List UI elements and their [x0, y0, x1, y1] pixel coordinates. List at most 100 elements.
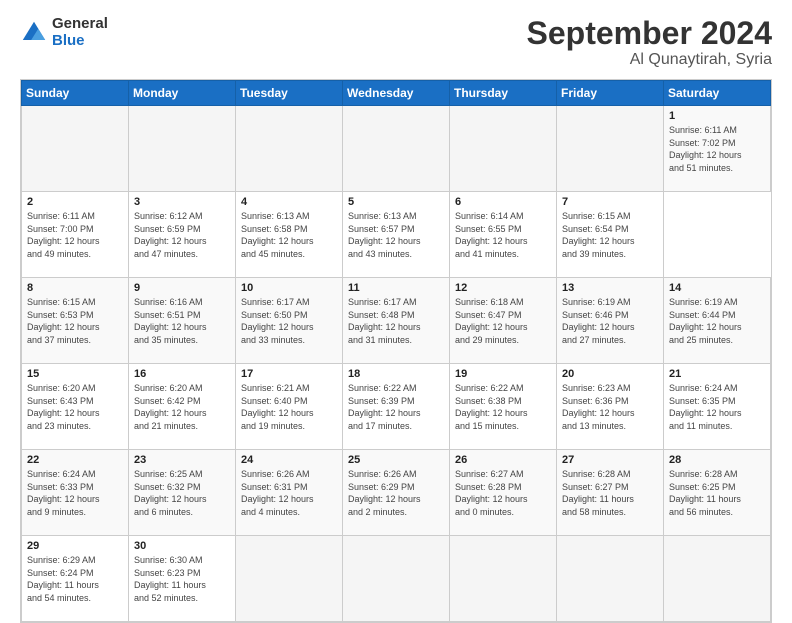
calendar: Sunday Monday Tuesday Wednesday Thursday…: [20, 79, 772, 623]
calendar-cell: 3Sunrise: 6:12 AMSunset: 6:59 PMDaylight…: [129, 192, 236, 278]
calendar-week-4: 15Sunrise: 6:20 AMSunset: 6:43 PMDayligh…: [22, 364, 771, 450]
day-info: Sunrise: 6:19 AMSunset: 6:44 PMDaylight:…: [669, 297, 742, 345]
calendar-table: Sunday Monday Tuesday Wednesday Thursday…: [21, 80, 771, 622]
calendar-cell: 27Sunrise: 6:28 AMSunset: 6:27 PMDayligh…: [557, 450, 664, 536]
title-month: September 2024: [527, 16, 772, 51]
calendar-cell: 25 Sunrise: 6:26 AMSunset: 6:29 PMDayligh…: [343, 450, 450, 536]
day-number: 27: [562, 454, 658, 466]
day-info: Sunrise: 6:13 AMSunset: 6:58 PMDaylight:…: [241, 211, 314, 259]
calendar-cell: [129, 106, 236, 192]
day-number: 26: [455, 454, 551, 466]
day-info: Sunrise: 6:17 AMSunset: 6:50 PMDaylight:…: [241, 297, 314, 345]
day-number: 1: [669, 110, 765, 122]
calendar-cell: 1Sunrise: 6:11 AMSunset: 7:02 PMDaylight…: [664, 106, 771, 192]
calendar-cell: 21 Sunrise: 6:24 AMSunset: 6:35 PMDayligh…: [664, 364, 771, 450]
calendar-cell: 2 Sunrise: 6:11 AMSunset: 7:00 PMDaylight…: [22, 192, 129, 278]
day-info: Sunrise: 6:26 AMSunset: 6:29 PMDaylight:…: [348, 469, 421, 517]
logo-general: General: [52, 16, 108, 33]
col-saturday: Saturday: [664, 81, 771, 106]
day-number: 10: [241, 282, 337, 294]
calendar-cell: [343, 106, 450, 192]
day-info: Sunrise: 6:17 AMSunset: 6:48 PMDaylight:…: [348, 297, 421, 345]
day-number: 6: [455, 196, 551, 208]
day-info: Sunrise: 6:25 AMSunset: 6:32 PMDaylight:…: [134, 469, 207, 517]
day-number: 13: [562, 282, 658, 294]
day-info: Sunrise: 6:12 AMSunset: 6:59 PMDaylight:…: [134, 211, 207, 259]
col-sunday: Sunday: [22, 81, 129, 106]
calendar-cell: 19Sunrise: 6:22 AMSunset: 6:38 PMDayligh…: [450, 364, 557, 450]
day-info: Sunrise: 6:20 AMSunset: 6:42 PMDaylight:…: [134, 383, 207, 431]
day-info: Sunrise: 6:15 AMSunset: 6:54 PMDaylight:…: [562, 211, 635, 259]
day-info: Sunrise: 6:27 AMSunset: 6:28 PMDaylight:…: [455, 469, 528, 517]
col-friday: Friday: [557, 81, 664, 106]
day-info: Sunrise: 6:28 AMSunset: 6:25 PMDaylight:…: [669, 469, 741, 517]
logo: General Blue: [20, 16, 108, 49]
calendar-cell: 14Sunrise: 6:19 AMSunset: 6:44 PMDayligh…: [664, 278, 771, 364]
day-number: 16: [134, 368, 230, 380]
day-number: 17: [241, 368, 337, 380]
day-number: 15: [27, 368, 123, 380]
calendar-cell: 9Sunrise: 6:16 AMSunset: 6:51 PMDaylight…: [129, 278, 236, 364]
calendar-cell: [557, 536, 664, 622]
calendar-cell: 12Sunrise: 6:18 AMSunset: 6:47 PMDayligh…: [450, 278, 557, 364]
header: General Blue September 2024 Al Qunaytira…: [20, 16, 772, 69]
page: General Blue September 2024 Al Qunaytira…: [0, 0, 792, 612]
calendar-cell: 18Sunrise: 6:22 AMSunset: 6:39 PMDayligh…: [343, 364, 450, 450]
calendar-cell: 15Sunrise: 6:20 AMSunset: 6:43 PMDayligh…: [22, 364, 129, 450]
calendar-cell: 16 Sunrise: 6:20 AMSunset: 6:42 PMDayligh…: [129, 364, 236, 450]
logo-icon: [20, 19, 48, 47]
day-info: Sunrise: 6:11 AMSunset: 7:00 PMDaylight:…: [27, 211, 100, 259]
day-number: 7: [562, 196, 658, 208]
calendar-cell: 13 Sunrise: 6:19 AMSunset: 6:46 PMDayligh…: [557, 278, 664, 364]
day-number: 2: [27, 196, 123, 208]
day-number: 29: [27, 540, 123, 552]
calendar-cell: 26 Sunrise: 6:27 AMSunset: 6:28 PMDayligh…: [450, 450, 557, 536]
calendar-cell: 5 Sunrise: 6:13 AMSunset: 6:57 PMDaylight…: [343, 192, 450, 278]
calendar-body: 1Sunrise: 6:11 AMSunset: 7:02 PMDaylight…: [22, 106, 771, 622]
col-tuesday: Tuesday: [236, 81, 343, 106]
day-info: Sunrise: 6:24 AMSunset: 6:33 PMDaylight:…: [27, 469, 100, 517]
calendar-cell: [664, 536, 771, 622]
day-number: 4: [241, 196, 337, 208]
col-wednesday: Wednesday: [343, 81, 450, 106]
day-number: 11: [348, 282, 444, 294]
day-info: Sunrise: 6:30 AMSunset: 6:23 PMDaylight:…: [134, 555, 206, 603]
day-info: Sunrise: 6:24 AMSunset: 6:35 PMDaylight:…: [669, 383, 742, 431]
calendar-cell: 30Sunrise: 6:30 AMSunset: 6:23 PMDayligh…: [129, 536, 236, 622]
day-number: 19: [455, 368, 551, 380]
day-info: Sunrise: 6:16 AMSunset: 6:51 PMDaylight:…: [134, 297, 207, 345]
calendar-cell: [236, 536, 343, 622]
calendar-week-1: 1Sunrise: 6:11 AMSunset: 7:02 PMDaylight…: [22, 106, 771, 192]
day-number: 21: [669, 368, 765, 380]
calendar-cell: 23 Sunrise: 6:25 AMSunset: 6:32 PMDayligh…: [129, 450, 236, 536]
calendar-week-2: 2 Sunrise: 6:11 AMSunset: 7:00 PMDaylight…: [22, 192, 771, 278]
calendar-cell: 20 Sunrise: 6:23 AMSunset: 6:36 PMDayligh…: [557, 364, 664, 450]
col-monday: Monday: [129, 81, 236, 106]
day-info: Sunrise: 6:15 AMSunset: 6:53 PMDaylight:…: [27, 297, 100, 345]
day-number: 5: [348, 196, 444, 208]
calendar-cell: [22, 106, 129, 192]
calendar-cell: 4 Sunrise: 6:13 AMSunset: 6:58 PMDaylight…: [236, 192, 343, 278]
calendar-week-6: 29 Sunrise: 6:29 AMSunset: 6:24 PMDayligh…: [22, 536, 771, 622]
logo-text: General Blue: [52, 16, 108, 49]
day-info: Sunrise: 6:23 AMSunset: 6:36 PMDaylight:…: [562, 383, 635, 431]
calendar-week-3: 8Sunrise: 6:15 AMSunset: 6:53 PMDaylight…: [22, 278, 771, 364]
calendar-cell: 29 Sunrise: 6:29 AMSunset: 6:24 PMDayligh…: [22, 536, 129, 622]
day-info: Sunrise: 6:13 AMSunset: 6:57 PMDaylight:…: [348, 211, 421, 259]
day-info: Sunrise: 6:29 AMSunset: 6:24 PMDaylight:…: [27, 555, 99, 603]
day-info: Sunrise: 6:21 AMSunset: 6:40 PMDaylight:…: [241, 383, 314, 431]
calendar-cell: 6 Sunrise: 6:14 AMSunset: 6:55 PMDaylight…: [450, 192, 557, 278]
day-info: Sunrise: 6:26 AMSunset: 6:31 PMDaylight:…: [241, 469, 314, 517]
logo-blue: Blue: [52, 33, 108, 50]
calendar-cell: 22Sunrise: 6:24 AMSunset: 6:33 PMDayligh…: [22, 450, 129, 536]
calendar-cell: [343, 536, 450, 622]
day-number: 28: [669, 454, 765, 466]
day-info: Sunrise: 6:14 AMSunset: 6:55 PMDaylight:…: [455, 211, 528, 259]
day-number: 20: [562, 368, 658, 380]
day-number: 25: [348, 454, 444, 466]
calendar-cell: [236, 106, 343, 192]
calendar-cell: [450, 106, 557, 192]
day-info: Sunrise: 6:19 AMSunset: 6:46 PMDaylight:…: [562, 297, 635, 345]
calendar-cell: [557, 106, 664, 192]
day-number: 23: [134, 454, 230, 466]
